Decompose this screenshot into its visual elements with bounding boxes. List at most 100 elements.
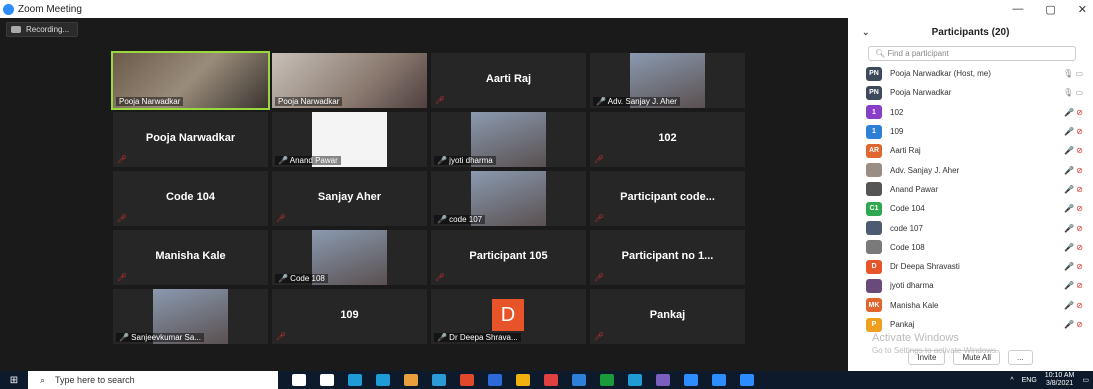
avatar: PN [866,66,882,81]
participant-search-input[interactable]: 🔍︎ Find a participant [868,46,1076,61]
video-tile[interactable]: Sanjay Aher 🎤︎ [272,171,427,226]
muted-mic-camera-icon[interactable]: 🎤 ⊘ [1064,243,1083,252]
taskbar-app-icon[interactable] [572,374,586,386]
avatar: MK [866,298,882,313]
video-tile[interactable]: 🎤 Code 108 [272,230,427,285]
taskbar-app-icon[interactable] [712,374,726,386]
participant-name: Pooja Narwadkar [145,132,236,144]
mic-camera-icon[interactable]: 🎙 ▭ [1063,69,1083,78]
participant-row[interactable]: jyoti dharma 🎤 ⊘ [848,276,1093,295]
taskbar-app-icon[interactable] [600,374,614,386]
video-tile[interactable]: Pooja Narwadkar [272,53,427,108]
participant-name: Aarti Raj [890,146,921,156]
participant-row[interactable]: MK Manisha Kale 🎤 ⊘ [848,296,1093,315]
muted-mic-icon: 🎤︎ [594,273,605,282]
participant-name: Pooja Narwadkar [890,88,952,98]
video-tile[interactable]: 109 🎤︎ [272,289,427,344]
muted-mic-camera-icon[interactable]: 🎤 ⊘ [1064,108,1083,117]
video-tile[interactable]: 🎤 Anand Pawar [272,112,427,167]
taskbar-app-icon[interactable] [320,374,334,386]
taskbar-app-icon[interactable] [544,374,558,386]
minimize-button[interactable]: — [1012,3,1023,16]
muted-mic-camera-icon[interactable]: 🎤 ⊘ [1064,262,1083,271]
muted-mic-camera-icon[interactable]: 🎤 ⊘ [1064,146,1083,155]
taskbar-app-icon[interactable] [404,374,418,386]
chevron-up-icon[interactable]: ^ [1010,377,1013,384]
collapse-chevron-icon[interactable]: ⌄ [862,27,870,38]
participant-name: Pankaj [890,320,915,329]
participant-row[interactable]: D Dr Deepa Shravasti 🎤 ⊘ [848,257,1093,276]
video-tile[interactable]: 🎤 Sanjeevkumar Sa... [113,289,268,344]
participant-label: 🎤 Sanjeevkumar Sa... [116,333,204,342]
avatar: PN [866,85,882,100]
video-tile[interactable]: 🎤 code 107 [431,171,586,226]
participant-row[interactable]: Code 108 🎤 ⊘ [848,238,1093,257]
taskbar-app-icon[interactable] [488,374,502,386]
activate-windows-subtext: Go to Settings to activate Windows. [872,346,999,355]
participant-row[interactable]: Anand Pawar 🎤 ⊘ [848,180,1093,199]
participant-row[interactable]: AR Aarti Raj 🎤 ⊘ [848,141,1093,160]
participant-row[interactable]: code 107 🎤 ⊘ [848,218,1093,237]
more-button[interactable]: ... [1007,349,1033,365]
notification-icon[interactable]: ▭ [1082,376,1089,384]
window-controls: — ▢ ✕ [1012,3,1087,16]
muted-mic-camera-icon[interactable]: 🎤 ⊘ [1064,224,1083,233]
video-tile[interactable]: 102 🎤︎ [590,112,745,167]
participant-row[interactable]: PN Pooja Narwadkar (Host, me) 🎙 ▭ [848,64,1093,83]
video-tile[interactable]: Manisha Kale 🎤︎ [113,230,268,285]
taskbar-app-icon[interactable] [628,374,642,386]
language-indicator[interactable]: ENG [1022,377,1037,384]
video-tile[interactable]: D 🎤 Dr Deepa Shrava... [431,289,586,344]
muted-mic-camera-icon[interactable]: 🎤 ⊘ [1064,166,1083,175]
muted-mic-camera-icon[interactable]: 🎤 ⊘ [1064,127,1083,136]
video-tile[interactable]: Participant no 1... 🎤︎ [590,230,745,285]
muted-mic-icon: 🎤︎ [594,332,605,341]
muted-mic-camera-icon[interactable]: 🎤 ⊘ [1064,301,1083,310]
video-tile[interactable]: Pankaj 🎤︎ [590,289,745,344]
taskbar-app-icon[interactable] [684,374,698,386]
clock[interactable]: 10:10 AM 3/8/2021 [1045,372,1075,388]
close-button[interactable]: ✕ [1078,3,1087,16]
participant-row[interactable]: 1 109 🎤 ⊘ [848,122,1093,141]
muted-mic-icon: 🎤︎ [117,273,128,282]
participant-label: 🎤 Dr Deepa Shrava... [434,333,521,342]
muted-mic-camera-icon[interactable]: 🎤 ⊘ [1064,204,1083,213]
video-tile[interactable]: Pooja Narwadkar [111,51,270,110]
muted-mic-camera-icon[interactable]: 🎤 ⊘ [1064,281,1083,290]
video-tile[interactable]: Aarti Raj 🎤︎ [431,53,586,108]
taskbar-app-icon[interactable] [656,374,670,386]
taskbar-search-input[interactable]: ⌕ Type here to search [28,371,278,389]
video-tile[interactable]: Participant code... 🎤︎ [590,171,745,226]
recording-indicator[interactable]: Recording... [6,22,79,37]
zoom-logo-icon [3,3,14,15]
participant-row[interactable]: PN Pooja Narwadkar 🎙 ▭ [848,83,1093,102]
taskbar-app-icon[interactable] [460,374,474,386]
avatar [866,240,882,255]
participant-row[interactable]: 1 102 🎤 ⊘ [848,103,1093,122]
taskbar-app-icon[interactable] [348,374,362,386]
muted-mic-icon: 🎤︎ [117,155,128,164]
taskbar-app-icon[interactable] [516,374,530,386]
taskbar-app-icon[interactable] [432,374,446,386]
search-icon: 🔍︎ [875,49,886,58]
participant-label: 🎤 Adv. Sanjay J. Aher [593,97,680,106]
muted-mic-camera-icon[interactable]: 🎤 ⊘ [1064,185,1083,194]
muted-mic-camera-icon[interactable]: 🎤 ⊘ [1064,320,1083,329]
participant-name: Manisha Kale [890,300,939,310]
video-tile[interactable]: Code 104 🎤︎ [113,171,268,226]
participant-row[interactable]: Adv. Sanjay J. Aher 🎤 ⊘ [848,160,1093,179]
participant-name: Dr Deepa Shravasti [890,262,960,272]
participant-label: 🎤 jyoti dharma [434,156,496,165]
participant-row[interactable]: C1 Code 104 🎤 ⊘ [848,199,1093,218]
taskbar-app-icon[interactable] [292,374,306,386]
maximize-button[interactable]: ▢ [1045,3,1055,16]
participant-name: Participant 105 [469,250,548,262]
taskbar-app-icon[interactable] [740,374,754,386]
mic-camera-icon[interactable]: 🎙 ▭ [1063,88,1083,97]
taskbar-app-icon[interactable] [376,374,390,386]
video-tile[interactable]: 🎤 jyoti dharma [431,112,586,167]
video-tile[interactable]: Participant 105 🎤︎ [431,230,586,285]
video-tile[interactable]: 🎤 Adv. Sanjay J. Aher [590,53,745,108]
video-tile[interactable]: Pooja Narwadkar 🎤︎ [113,112,268,167]
windows-start-icon[interactable]: ⊞ [0,371,28,389]
